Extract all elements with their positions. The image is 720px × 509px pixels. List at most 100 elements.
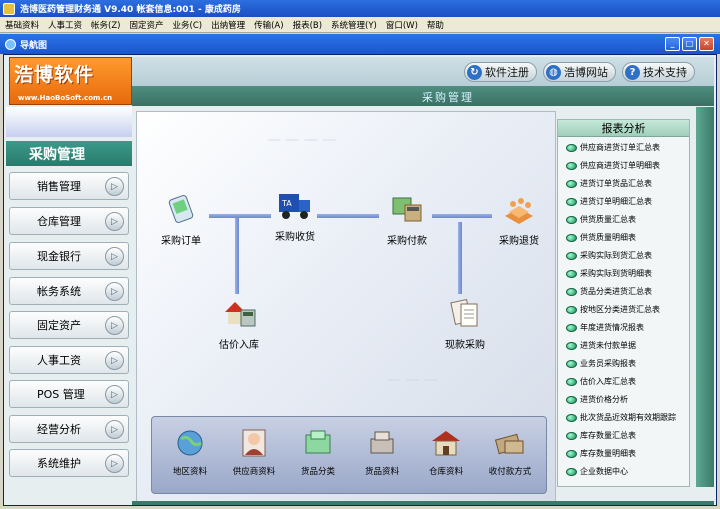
menu-accounts[interactable]: 帐务(Z) xyxy=(91,19,120,31)
menu-system[interactable]: 系统管理(Y) xyxy=(331,19,377,31)
sidebar-item-label: 现金银行 xyxy=(37,250,81,263)
flow-connector xyxy=(209,214,271,218)
chevron-right-icon: ▷ xyxy=(105,385,124,404)
menu-help[interactable]: 帮助 xyxy=(427,19,444,31)
menu-cashier[interactable]: 出纳管理 xyxy=(211,19,245,31)
tray-region-data[interactable]: 地区资料 xyxy=(162,427,218,477)
title-bar: 浩博医药管理财务通 V9.40 帐套信息:001 - 康成药房 xyxy=(0,0,720,17)
flow-purchase-payment[interactable]: 采购付款 xyxy=(379,192,435,247)
menu-bar: 基础资料 人事工资 帐务(Z) 固定资产 业务(C) 出纳管理 传输(A) 报表… xyxy=(0,17,720,33)
report-bullet-icon xyxy=(566,233,577,242)
report-bullet-icon xyxy=(566,251,577,260)
tray-supplier-data[interactable]: 供应商资料 xyxy=(226,427,282,477)
tray-label: 仓库资料 xyxy=(428,467,463,477)
report-bullet-icon xyxy=(566,305,577,314)
maximize-button[interactable]: □ xyxy=(682,37,697,51)
menu-fixed-assets[interactable]: 固定资产 xyxy=(130,19,164,31)
report-bullet-icon xyxy=(566,179,577,188)
sidebar-item-fixed-assets[interactable]: 固定资产 ▷ xyxy=(9,311,129,339)
sidebar-item-label: POS 管理 xyxy=(37,388,85,401)
report-item[interactable]: 供应商进货订单明细表 xyxy=(566,160,660,171)
flow-connector xyxy=(458,222,462,294)
flow-connector xyxy=(317,214,379,218)
tray-goods-category[interactable]: 货品分类 xyxy=(290,427,346,477)
flow-purchase-receive[interactable]: TA 采购收货 xyxy=(267,188,323,243)
company-logo: 浩博软件 www.HaoBoSoft.com.cn xyxy=(9,57,132,105)
report-item[interactable]: 企业数据中心 xyxy=(566,466,628,477)
report-bullet-icon xyxy=(566,161,577,170)
sidebar-item-cash-bank[interactable]: 现金银行 ▷ xyxy=(9,242,129,270)
report-bullet-icon xyxy=(566,269,577,278)
report-item[interactable]: 供货质量明细表 xyxy=(566,232,636,243)
report-bullet-icon xyxy=(566,341,577,350)
base-data-tray: 地区资料 供应商资料 货品分类 货品资料 仓库资料 收付款方式 xyxy=(151,416,547,494)
report-bullet-icon xyxy=(566,197,577,206)
flow-purchase-return[interactable]: 采购退货 xyxy=(491,192,547,247)
sidebar-item-analysis[interactable]: 经营分析 ▷ xyxy=(9,415,129,443)
minimize-button[interactable]: _ xyxy=(665,37,680,51)
haobo-website-button[interactable]: ◍ 浩博网站 xyxy=(543,62,616,82)
report-bullet-icon xyxy=(566,395,577,404)
report-item[interactable]: 按地区分类进货汇总表 xyxy=(566,304,660,315)
application-window: 浩博医药管理财务通 V9.40 帐套信息:001 - 康成药房 基础资料 人事工… xyxy=(0,0,720,509)
child-window-title: 导航图 xyxy=(20,40,48,51)
tech-support-button[interactable]: ? 技术支持 xyxy=(622,62,695,82)
report-item[interactable]: 采购实际到货明细表 xyxy=(566,268,652,279)
report-item[interactable]: 进货订单货品汇总表 xyxy=(566,178,652,189)
report-item[interactable]: 进货价格分析 xyxy=(566,394,628,405)
report-item[interactable]: 进货未付款单据 xyxy=(566,340,636,351)
sidebar-item-pos[interactable]: POS 管理 ▷ xyxy=(9,380,129,408)
report-bullet-icon xyxy=(566,449,577,458)
sidebar-item-accounting[interactable]: 帐务系统 ▷ xyxy=(9,277,129,305)
flow-cash-purchase[interactable]: 现款采购 xyxy=(435,296,495,351)
flow-estimated-stock-in[interactable]: 估价入库 xyxy=(209,296,269,351)
sidebar-item-warehouse[interactable]: 仓库管理 ▷ xyxy=(9,207,129,235)
app-icon xyxy=(3,2,15,15)
goods-box-icon xyxy=(370,431,394,454)
flow-label: 采购收货 xyxy=(275,232,315,243)
pda-icon xyxy=(168,194,194,224)
sidebar-item-label: 人事工资 xyxy=(37,354,81,367)
report-item[interactable]: 库存数量明细表 xyxy=(566,448,636,459)
flow-label: 采购退货 xyxy=(499,236,539,247)
tray-warehouse-data[interactable]: 仓库资料 xyxy=(418,427,474,477)
truck-icon: TA xyxy=(279,194,310,219)
tray-goods-data[interactable]: 货品资料 xyxy=(354,427,410,477)
report-item[interactable]: 年度进货情况报表 xyxy=(566,322,644,333)
refresh-icon: ↻ xyxy=(467,64,482,80)
report-item[interactable]: 库存数量汇总表 xyxy=(566,430,636,441)
report-item[interactable]: 批次货品近效期有效期跟踪 xyxy=(566,412,676,423)
flow-label: 采购付款 xyxy=(387,236,427,247)
haobo-website-label: 浩博网站 xyxy=(564,66,608,79)
menu-transfer[interactable]: 传输(A) xyxy=(254,19,283,31)
flow-purchase-order[interactable]: 采购订单 xyxy=(153,192,209,247)
report-title: 报表分析 xyxy=(558,120,689,137)
flow-label: 现款采购 xyxy=(445,340,485,351)
top-banner: ↻ 软件注册 ◍ 浩博网站 ? 技术支持 xyxy=(132,57,714,86)
report-item[interactable]: 业务员采购报表 xyxy=(566,358,636,369)
sidebar-item-sales[interactable]: 销售管理 ▷ xyxy=(9,172,129,200)
menu-reports[interactable]: 报表(B) xyxy=(293,19,322,31)
flow-label: 采购订单 xyxy=(161,236,201,247)
globe-icon xyxy=(177,430,203,456)
report-bullet-icon xyxy=(566,287,577,296)
invoice-icon xyxy=(450,298,478,327)
menu-basic-data[interactable]: 基础资料 xyxy=(5,19,39,31)
menu-window[interactable]: 窗口(W) xyxy=(386,19,418,31)
report-item[interactable]: 供货质量汇总表 xyxy=(566,214,636,225)
report-item[interactable]: 供应商进货订单汇总表 xyxy=(566,142,660,153)
report-item[interactable]: 货品分类进货汇总表 xyxy=(566,286,652,297)
section-title: 采购管理 xyxy=(422,91,474,104)
tray-payment-method[interactable]: 收付款方式 xyxy=(482,427,538,477)
report-item[interactable]: 采购实际到货汇总表 xyxy=(566,250,652,261)
report-item[interactable]: 估价入库汇总表 xyxy=(566,376,636,387)
sidebar-item-hr-payroll[interactable]: 人事工资 ▷ xyxy=(9,346,129,374)
sidebar-item-maintenance[interactable]: 系统维护 ▷ xyxy=(9,449,129,477)
right-decorative-bar xyxy=(696,107,714,487)
sidebar-item-label: 系统维护 xyxy=(37,457,81,470)
close-button[interactable]: ✕ xyxy=(699,37,714,51)
report-item[interactable]: 进货订单明细汇总表 xyxy=(566,196,652,207)
menu-business[interactable]: 业务(C) xyxy=(173,19,203,31)
software-register-button[interactable]: ↻ 软件注册 xyxy=(464,62,537,82)
menu-hr-payroll[interactable]: 人事工资 xyxy=(48,19,82,31)
